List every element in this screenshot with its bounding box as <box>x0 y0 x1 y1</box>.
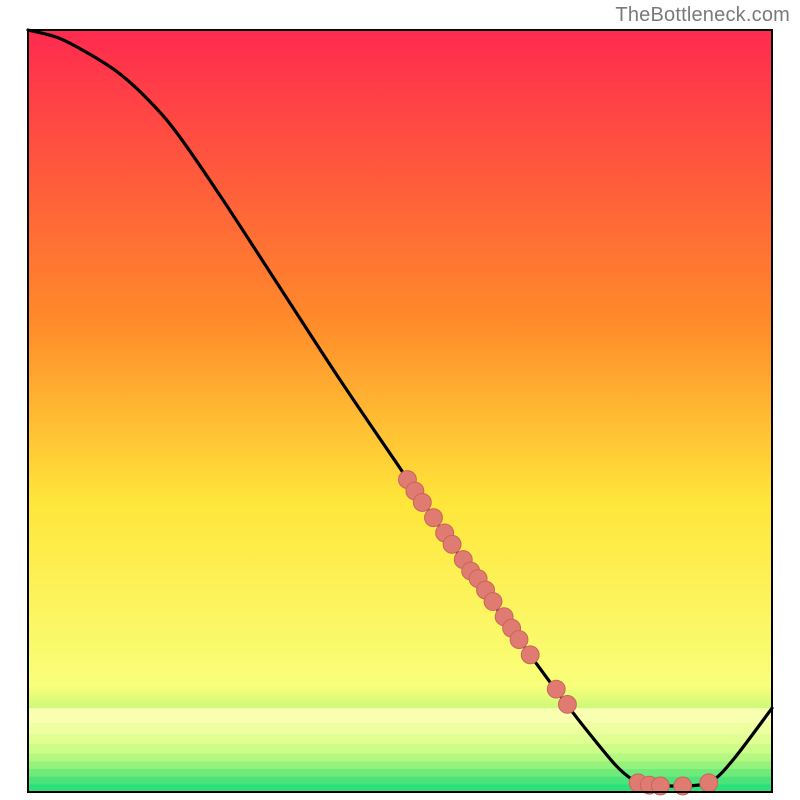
bottom-band-4 <box>28 754 772 762</box>
bottom-band-0 <box>28 708 772 723</box>
bottom-band-5 <box>28 762 772 770</box>
data-marker-10 <box>484 593 502 611</box>
attribution-text: TheBottleneck.com <box>615 4 790 27</box>
data-marker-3 <box>425 509 443 527</box>
gradient-background <box>28 30 772 792</box>
bottom-band-3 <box>28 745 772 754</box>
bottom-band-2 <box>28 735 772 745</box>
bottom-band-1 <box>28 723 772 734</box>
data-marker-13 <box>510 631 528 649</box>
data-marker-14 <box>521 646 539 664</box>
data-marker-21 <box>700 774 718 792</box>
chart-container: { "attribution": "TheBottleneck.com", "c… <box>0 0 800 800</box>
data-marker-16 <box>558 695 576 713</box>
data-marker-5 <box>443 535 461 553</box>
data-marker-15 <box>547 680 565 698</box>
bottom-band-6 <box>28 769 772 777</box>
data-marker-2 <box>413 494 431 512</box>
plot-area <box>28 30 772 795</box>
bottleneck-chart <box>0 0 800 800</box>
